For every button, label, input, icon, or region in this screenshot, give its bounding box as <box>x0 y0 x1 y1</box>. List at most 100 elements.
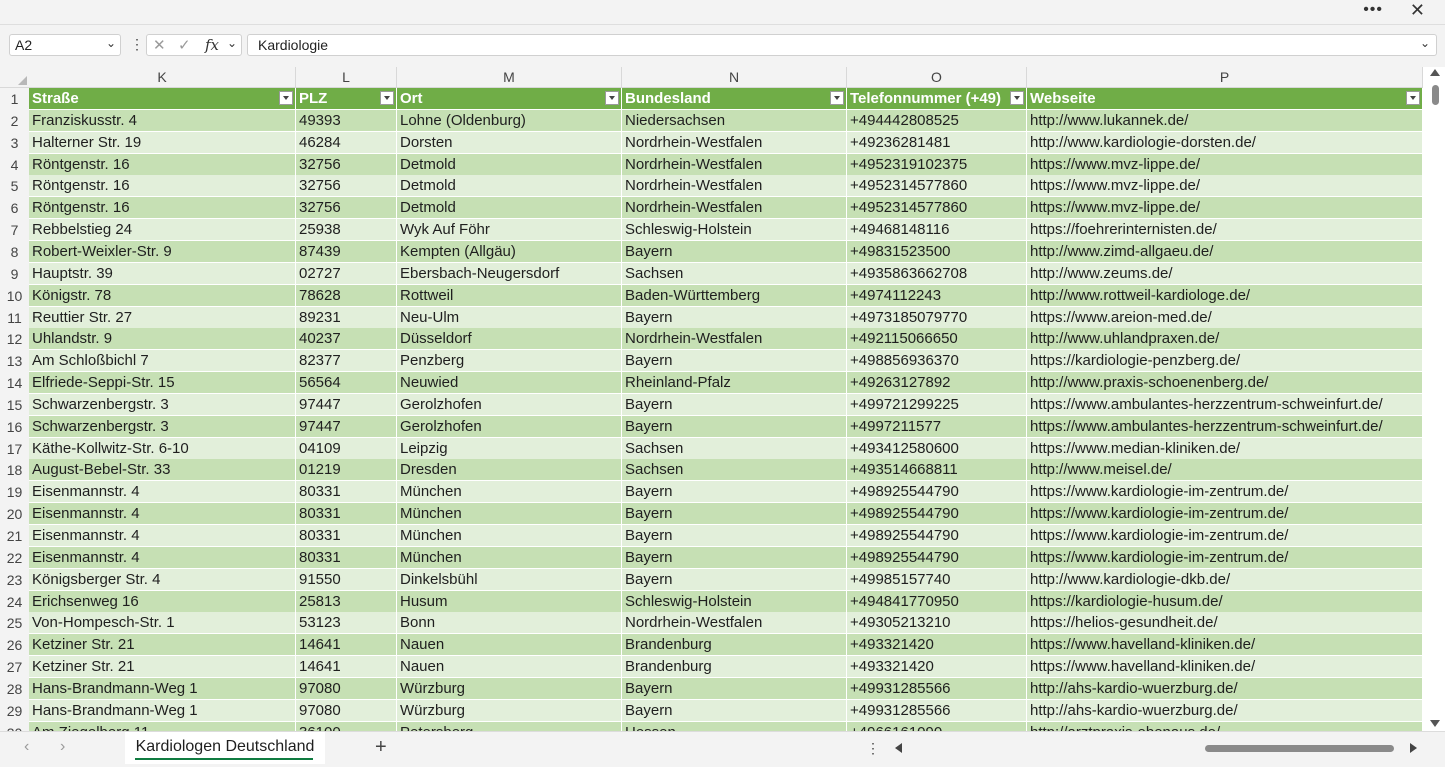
name-box[interactable]: A2 ⌄ <box>9 34 121 56</box>
filter-dropdown-icon[interactable] <box>1406 91 1420 105</box>
cell-webseite[interactable]: https://kardiologie-penzberg.de/ <box>1027 350 1423 373</box>
cell-bundesland[interactable]: Bayern <box>622 546 847 569</box>
cell-bundesland[interactable]: Schleswig-Holstein <box>622 219 847 242</box>
row-number[interactable]: 28 <box>0 677 29 700</box>
cell-telefon[interactable]: +498925544790 <box>847 503 1027 526</box>
chevron-down-icon[interactable]: ⌄ <box>106 36 116 50</box>
cell-telefon[interactable]: +49305213210 <box>847 612 1027 635</box>
cell-telefon[interactable]: +498856936370 <box>847 350 1027 373</box>
cell-strasse[interactable]: Königsberger Str. 4 <box>29 568 296 591</box>
scroll-right-icon[interactable] <box>1410 743 1417 753</box>
horizontal-scroll-thumb[interactable] <box>1205 745 1394 752</box>
cell-ort[interactable]: München <box>397 481 622 504</box>
cell-strasse[interactable]: Hans-Brandmann-Weg 1 <box>29 699 296 722</box>
cell-strasse[interactable]: Eisenmannstr. 4 <box>29 481 296 504</box>
row-number[interactable]: 11 <box>0 306 29 329</box>
row-number[interactable]: 22 <box>0 546 29 569</box>
cell-telefon[interactable]: +4952314577860 <box>847 197 1027 220</box>
cell-strasse[interactable]: Eisenmannstr. 4 <box>29 503 296 526</box>
cell-plz[interactable]: 82377 <box>296 350 397 373</box>
next-sheet-icon[interactable]: › <box>60 738 65 756</box>
cell-webseite[interactable]: http://www.zeums.de/ <box>1027 262 1423 285</box>
row-number[interactable]: 23 <box>0 568 29 591</box>
cell-bundesland[interactable]: Bayern <box>622 699 847 722</box>
column-header-l[interactable]: L <box>296 67 397 87</box>
cell-ort[interactable]: Rottweil <box>397 284 622 307</box>
cell-ort[interactable]: Husum <box>397 590 622 613</box>
row-number[interactable]: 6 <box>0 197 29 220</box>
cell-strasse[interactable]: Ketziner Str. 21 <box>29 656 296 679</box>
cell-plz[interactable]: 49393 <box>296 109 397 132</box>
cell-plz[interactable]: 91550 <box>296 568 397 591</box>
cell-bundesland[interactable]: Nordrhein-Westfalen <box>622 328 847 351</box>
cell-bundesland[interactable]: Sachsen <box>622 437 847 460</box>
cell-plz[interactable]: 80331 <box>296 481 397 504</box>
cell-plz[interactable]: 80331 <box>296 546 397 569</box>
filter-dropdown-icon[interactable] <box>605 91 619 105</box>
row-number[interactable]: 24 <box>0 590 29 613</box>
cell-telefon[interactable]: +4966161090 <box>847 721 1027 731</box>
cell-webseite[interactable]: http://www.zimd-allgaeu.de/ <box>1027 240 1423 263</box>
row-number[interactable]: 12 <box>0 328 29 351</box>
close-icon[interactable]: ✕ <box>1410 0 1425 21</box>
cell-plz[interactable]: 32756 <box>296 197 397 220</box>
cell-ort[interactable]: Leipzig <box>397 437 622 460</box>
cell-webseite[interactable]: http://ahs-kardio-wuerzburg.de/ <box>1027 699 1423 722</box>
vertical-dots-icon[interactable]: ⋮ <box>130 36 144 53</box>
cell-ort[interactable]: Kempten (Allgäu) <box>397 240 622 263</box>
header-cell-strasse[interactable]: Straße <box>29 88 296 110</box>
cell-telefon[interactable]: +4935863662708 <box>847 262 1027 285</box>
row-number[interactable]: 29 <box>0 699 29 722</box>
row-number[interactable]: 8 <box>0 240 29 263</box>
cell-webseite[interactable]: https://www.ambulantes-herzzentrum-schwe… <box>1027 393 1423 416</box>
cell-plz[interactable]: 25938 <box>296 219 397 242</box>
more-options-icon[interactable]: ••• <box>1363 1 1383 19</box>
cell-ort[interactable]: Neuwied <box>397 372 622 395</box>
cell-telefon[interactable]: +498925544790 <box>847 481 1027 504</box>
cell-plz[interactable]: 32756 <box>296 153 397 176</box>
cell-bundesland[interactable]: Nordrhein-Westfalen <box>622 175 847 198</box>
cell-webseite[interactable]: https://www.ambulantes-herzzentrum-schwe… <box>1027 415 1423 438</box>
cell-bundesland[interactable]: Schleswig-Holstein <box>622 590 847 613</box>
cell-bundesland[interactable]: Hessen <box>622 721 847 731</box>
cell-ort[interactable]: München <box>397 503 622 526</box>
header-cell-plz[interactable]: PLZ <box>296 88 397 110</box>
cell-webseite[interactable]: https://www.kardiologie-im-zentrum.de/ <box>1027 546 1423 569</box>
cell-bundesland[interactable]: Bayern <box>622 393 847 416</box>
cell-telefon[interactable]: +492115066650 <box>847 328 1027 351</box>
cell-webseite[interactable]: http://www.uhlandpraxen.de/ <box>1027 328 1423 351</box>
cell-strasse[interactable]: Franziskusstr. 4 <box>29 109 296 132</box>
cell-bundesland[interactable]: Nordrhein-Westfalen <box>622 153 847 176</box>
cell-telefon[interactable]: +493514668811 <box>847 459 1027 482</box>
header-cell-ort[interactable]: Ort <box>397 88 622 110</box>
cell-strasse[interactable]: Schwarzenbergstr. 3 <box>29 415 296 438</box>
expand-formula-icon[interactable]: ⌄ <box>1420 36 1430 50</box>
cell-strasse[interactable]: Röntgenstr. 16 <box>29 175 296 198</box>
cell-ort[interactable]: Petersberg <box>397 721 622 731</box>
cell-ort[interactable]: Düsseldorf <box>397 328 622 351</box>
cell-strasse[interactable]: Eisenmannstr. 4 <box>29 546 296 569</box>
cell-strasse[interactable]: Halterner Str. 19 <box>29 131 296 154</box>
cell-ort[interactable]: Gerolzhofen <box>397 415 622 438</box>
sheet-options-icon[interactable]: ⋮ <box>866 740 880 757</box>
row-number[interactable]: 14 <box>0 372 29 395</box>
sheet-tab-kardiologen-deutschland[interactable]: Kardiologen Deutschland <box>125 732 325 764</box>
cell-telefon[interactable]: +493321420 <box>847 656 1027 679</box>
cell-webseite[interactable]: https://www.kardiologie-im-zentrum.de/ <box>1027 525 1423 547</box>
cell-strasse[interactable]: Schwarzenbergstr. 3 <box>29 393 296 416</box>
scroll-left-icon[interactable] <box>895 743 902 753</box>
scroll-down-icon[interactable] <box>1430 720 1440 727</box>
filter-dropdown-icon[interactable] <box>279 91 293 105</box>
select-all-corner[interactable] <box>0 67 29 87</box>
cell-bundesland[interactable]: Bayern <box>622 415 847 438</box>
cell-telefon[interactable]: +498925544790 <box>847 525 1027 547</box>
cell-strasse[interactable]: Ketziner Str. 21 <box>29 634 296 657</box>
cell-telefon[interactable]: +498925544790 <box>847 546 1027 569</box>
cell-webseite[interactable]: https://www.havelland-kliniken.de/ <box>1027 656 1423 679</box>
cell-webseite[interactable]: https://www.areion-med.de/ <box>1027 306 1423 329</box>
cell-strasse[interactable]: Käthe-Kollwitz-Str. 6-10 <box>29 437 296 460</box>
cell-webseite[interactable]: https://foehrerinternisten.de/ <box>1027 219 1423 242</box>
row-number[interactable]: 17 <box>0 437 29 460</box>
row-number[interactable]: 18 <box>0 459 29 482</box>
header-cell-telefon[interactable]: Telefonnummer (+49) <box>847 88 1027 110</box>
